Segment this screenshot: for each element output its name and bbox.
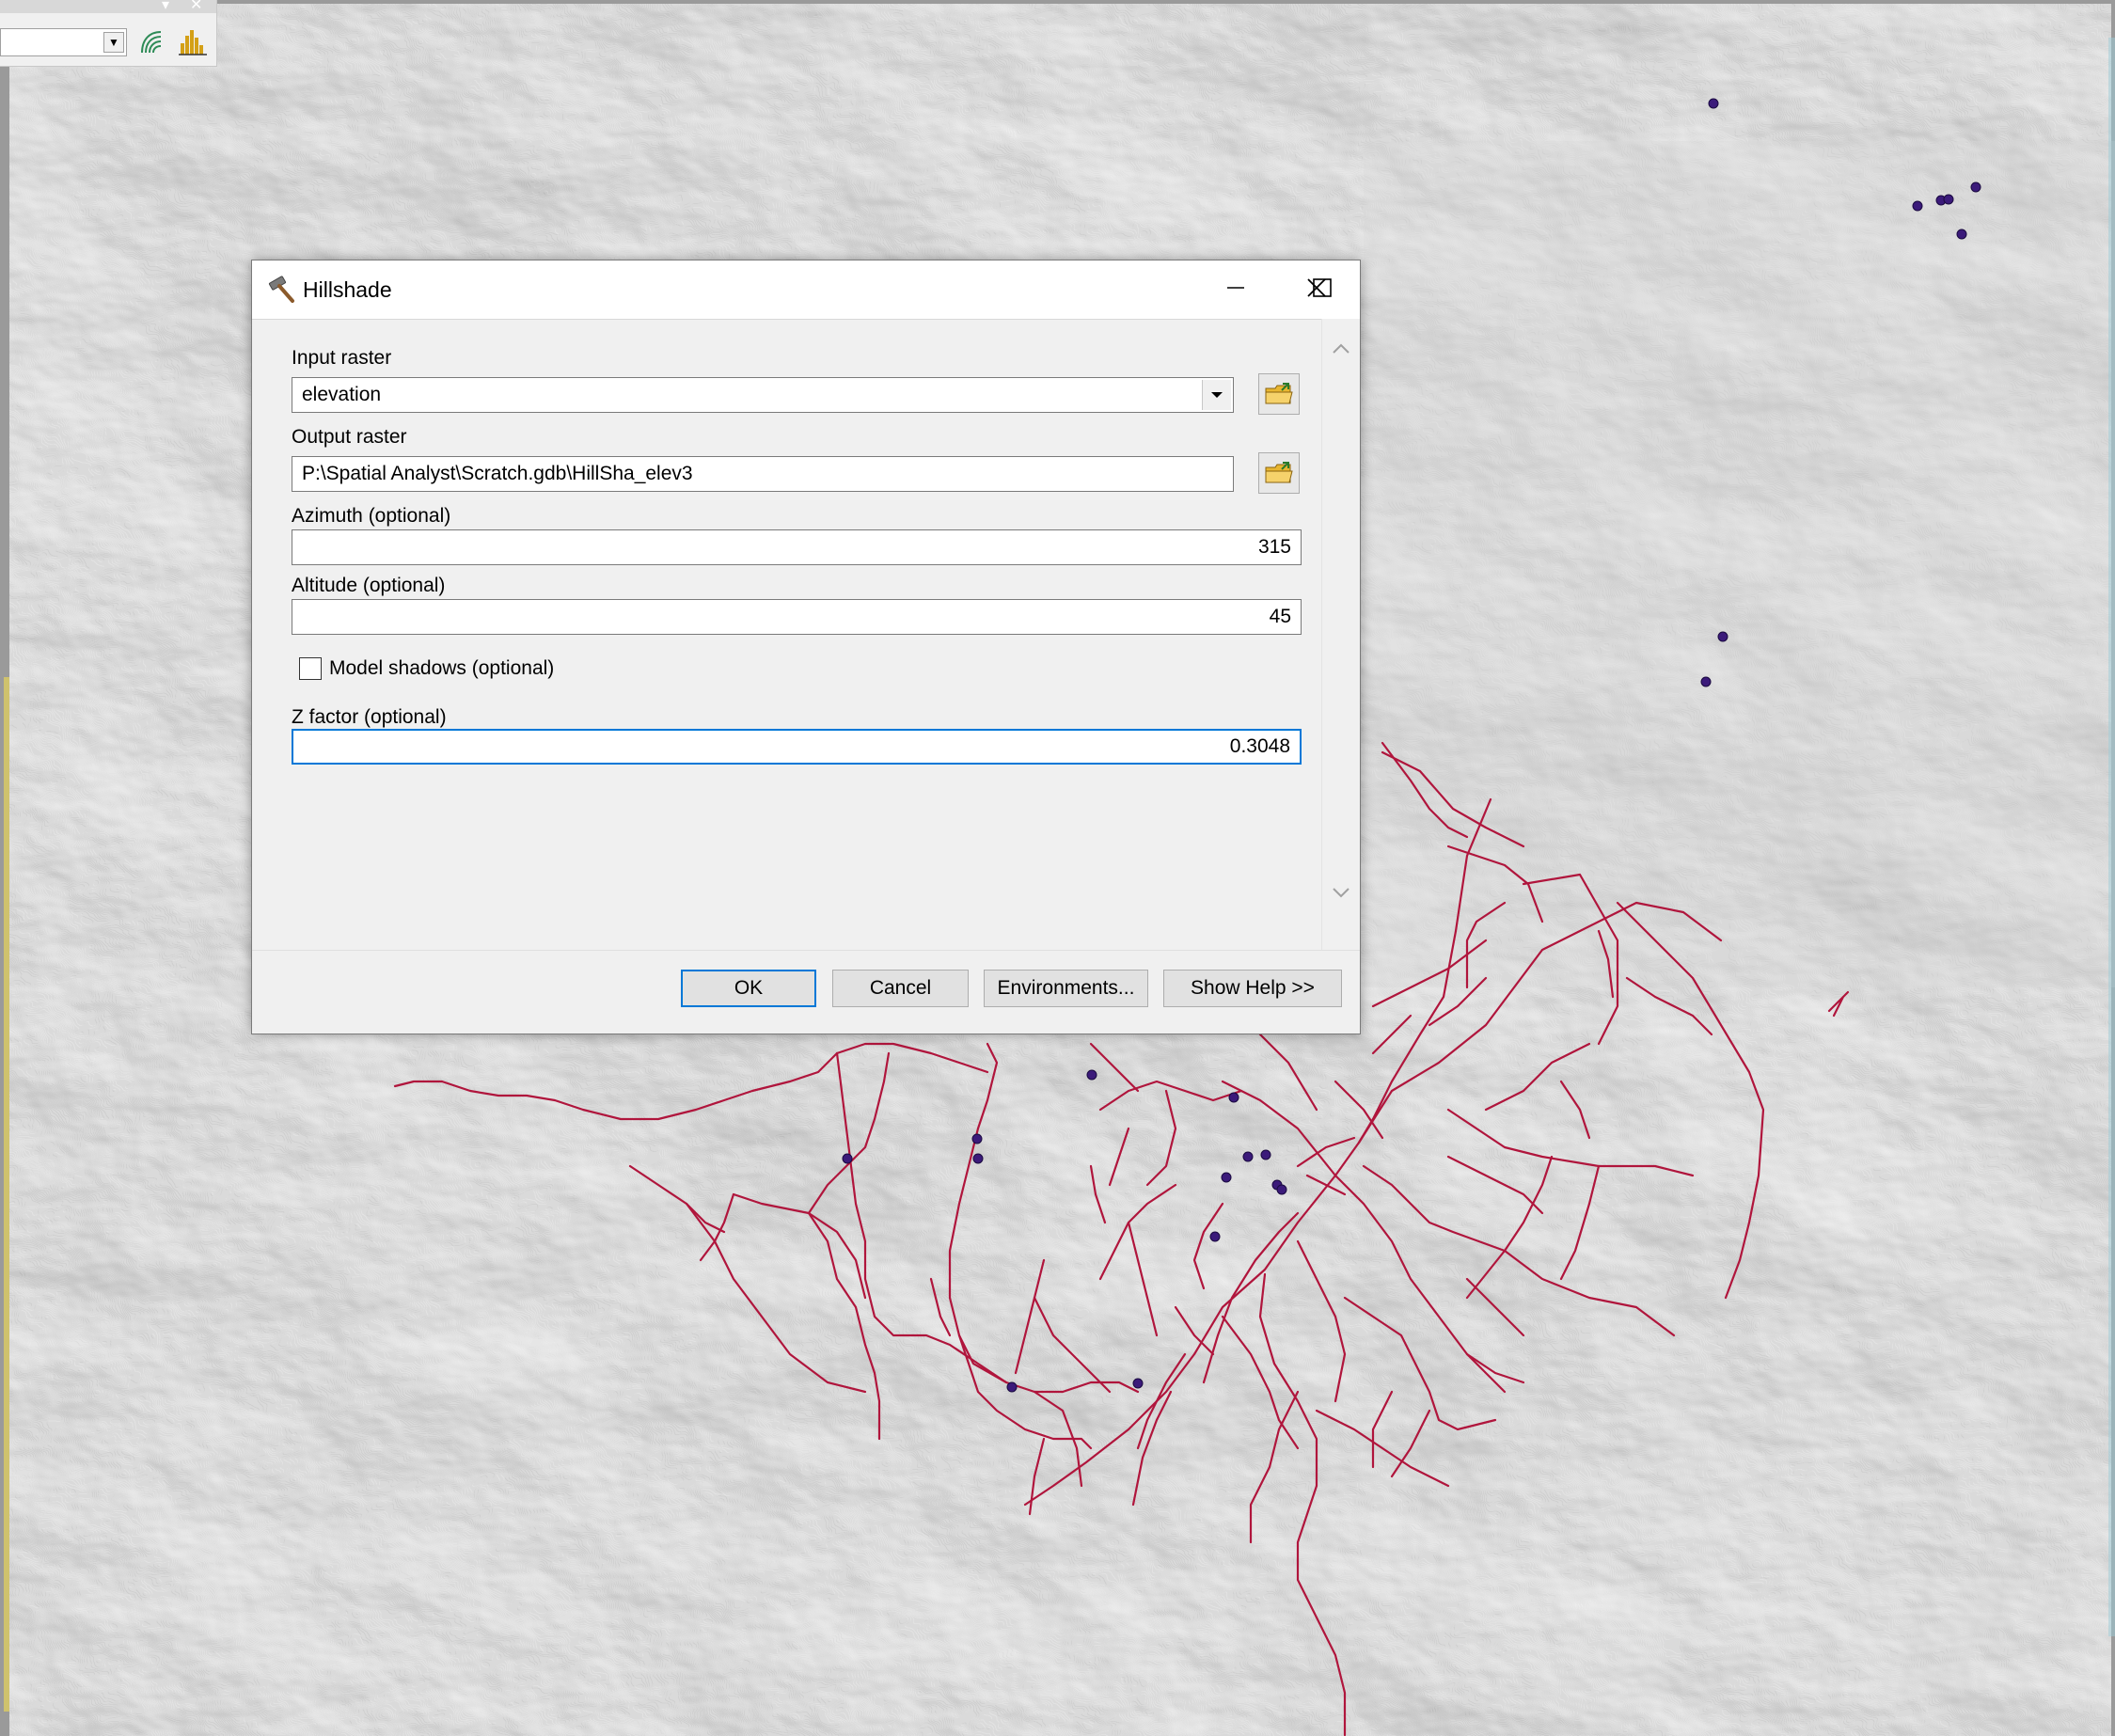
chevron-down-icon[interactable] xyxy=(1202,380,1231,410)
azimuth-label: Azimuth (optional) xyxy=(292,505,451,527)
toolbar-layer-combo[interactable]: ▼ xyxy=(0,28,127,56)
z-factor-field[interactable]: 0.3048 xyxy=(292,729,1302,765)
azimuth-value: 315 xyxy=(1257,536,1291,558)
environments-button[interactable]: Environments... xyxy=(984,970,1148,1007)
parameters-scrollbar[interactable] xyxy=(1321,319,1360,951)
chevron-down-icon[interactable] xyxy=(1332,883,1350,902)
contour-icon[interactable] xyxy=(136,26,168,58)
hammer-icon xyxy=(268,276,294,303)
hillshade-dialog: Hillshade Input raster elevation Output … xyxy=(251,260,1361,1034)
model-shadows-checkbox[interactable] xyxy=(299,657,322,680)
z-factor-label: Z factor (optional) xyxy=(292,706,447,728)
chevron-down-icon[interactable]: ▼ xyxy=(103,32,124,53)
chevron-up-icon[interactable] xyxy=(1332,339,1350,358)
azimuth-field[interactable]: 315 xyxy=(292,529,1302,565)
minimize-icon xyxy=(1227,287,1244,289)
show-help-button[interactable]: Show Help >> xyxy=(1163,970,1342,1007)
dialog-footer: OK Cancel Environments... Show Help >> xyxy=(252,950,1360,1034)
spatial-analyst-toolbar: ▾ ✕ ▼ xyxy=(0,0,217,67)
input-raster-combo[interactable]: elevation xyxy=(292,377,1234,413)
z-factor-value: 0.3048 xyxy=(1229,735,1290,757)
model-shadows-label[interactable]: Model shadows (optional) xyxy=(329,657,554,680)
toolbar-close-icon[interactable]: ✕ xyxy=(190,0,202,13)
input-raster-label: Input raster xyxy=(292,347,392,369)
altitude-label: Altitude (optional) xyxy=(292,575,446,596)
open-folder-icon xyxy=(1265,383,1293,404)
input-raster-value: elevation xyxy=(302,384,382,405)
open-folder-icon xyxy=(1265,462,1293,483)
altitude-value: 45 xyxy=(1269,606,1291,627)
output-raster-value: P:\Spatial Analyst\Scratch.gdb\HillSha_e… xyxy=(302,463,693,484)
input-raster-browse-button[interactable] xyxy=(1258,373,1300,415)
toolbar-titlebar[interactable]: ▾ ✕ xyxy=(0,0,216,13)
dialog-title-bar[interactable]: Hillshade xyxy=(252,260,1360,320)
altitude-field[interactable]: 45 xyxy=(292,599,1302,635)
histogram-icon[interactable] xyxy=(177,26,209,58)
output-raster-label: Output raster xyxy=(292,426,407,448)
ok-button[interactable]: OK xyxy=(681,970,816,1007)
output-raster-browse-button[interactable] xyxy=(1258,452,1300,494)
output-raster-field[interactable]: P:\Spatial Analyst\Scratch.gdb\HillSha_e… xyxy=(292,456,1234,492)
dialog-parameters-panel xyxy=(252,319,1322,951)
dialog-title: Hillshade xyxy=(303,277,392,302)
close-icon xyxy=(1307,278,1326,297)
close-button[interactable] xyxy=(1273,260,1360,315)
cancel-button[interactable]: Cancel xyxy=(832,970,969,1007)
toolbar-dropdown-icon[interactable]: ▾ xyxy=(162,0,169,13)
minimize-button[interactable] xyxy=(1192,260,1279,315)
